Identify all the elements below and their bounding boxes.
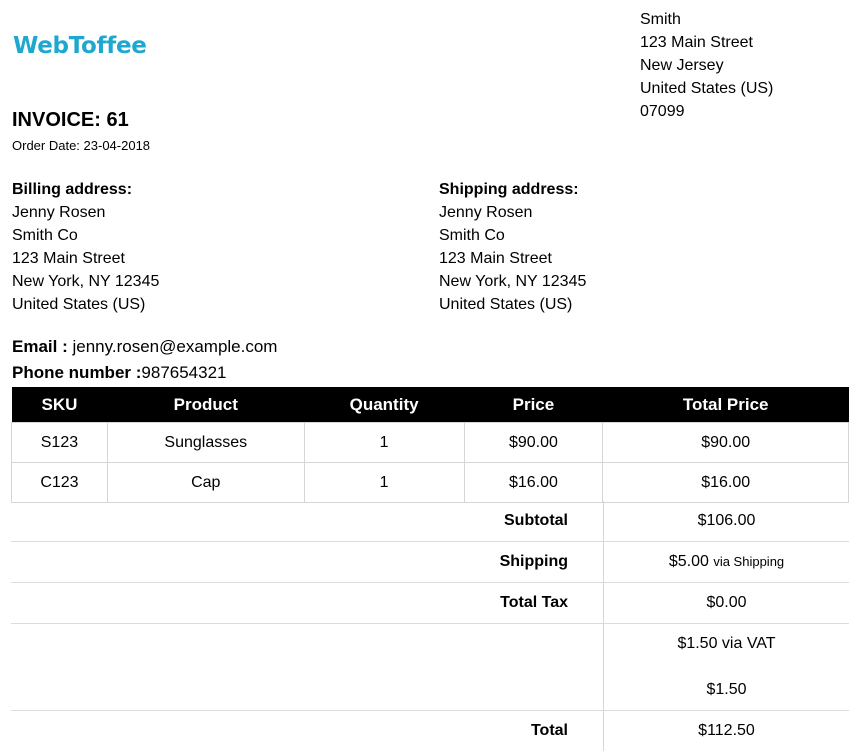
shipping-address-line: New York, NY 12345: [439, 273, 587, 290]
shipping-address-line: Jenny Rosen: [439, 204, 533, 221]
cell-quantity: 1: [303, 462, 465, 503]
email-label: Email :: [12, 337, 68, 356]
tax-row: Total Tax $0.00: [11, 583, 849, 624]
totals-section: Subtotal $106.00 Shipping $5.00 via Ship…: [11, 501, 849, 751]
from-address-line: 123 Main Street: [640, 34, 753, 51]
shipping-address: Shipping address: Jenny Rosen Smith Co 1…: [439, 178, 586, 316]
table-row: C123 Cap 1 $16.00 $16.00: [11, 462, 849, 503]
email-value: jenny.rosen@example.com: [72, 337, 278, 356]
from-address: Smith 123 Main Street New Jersey United …: [640, 8, 773, 123]
items-table: SKU Product Quantity Price Total Price S…: [11, 387, 849, 503]
subtotal-row: Subtotal $106.00: [11, 501, 849, 542]
billing-address-line: Jenny Rosen: [12, 204, 106, 221]
subtotal-value: $106.00: [603, 501, 849, 541]
shipping-label: Shipping: [499, 553, 568, 570]
billing-address-line: 123 Main Street: [12, 250, 125, 267]
column-header-price: Price: [464, 387, 603, 423]
phone-label: Phone number :: [12, 363, 142, 382]
total-row: Total $112.50: [11, 711, 849, 751]
shipping-address-line: 123 Main Street: [439, 250, 552, 267]
email-line: Email : jenny.rosen@example.com: [12, 337, 277, 357]
column-header-quantity: Quantity: [304, 387, 464, 423]
cell-product: Sunglasses: [106, 422, 305, 463]
vat-amount: $1.50: [706, 681, 747, 698]
billing-address: Billing address: Jenny Rosen Smith Co 12…: [12, 178, 159, 316]
from-address-line: Smith: [640, 11, 681, 28]
cell-product: Cap: [106, 462, 305, 503]
vat-detail: $1.50 via VAT $1.50: [603, 624, 849, 710]
logo-text: WebToffee: [13, 33, 147, 59]
table-row: S123 Sunglasses 1 $90.00 $90.00: [11, 422, 849, 463]
shipping-value: $5.00: [668, 553, 709, 570]
billing-address-heading: Billing address:: [12, 181, 133, 198]
shipping-cost: $5.00 via Shipping: [603, 542, 849, 582]
cell-price: $90.00: [463, 422, 604, 463]
from-address-line: United States (US): [640, 80, 774, 97]
from-address-line: New Jersey: [640, 57, 724, 74]
column-header-product: Product: [107, 387, 305, 423]
cell-total-price: $90.00: [602, 422, 849, 463]
shipping-row: Shipping $5.00 via Shipping: [11, 542, 849, 583]
from-address-line: 07099: [640, 103, 685, 120]
cell-sku: C123: [11, 462, 108, 503]
column-header-total-price: Total Price: [602, 387, 849, 423]
billing-address-line: New York, NY 12345: [12, 273, 160, 290]
billing-address-line: Smith Co: [12, 227, 78, 244]
items-table-header: SKU Product Quantity Price Total Price: [11, 387, 849, 423]
vat-row: $1.50 via VAT $1.50: [11, 624, 849, 711]
company-logo: WebToffee: [13, 33, 147, 59]
vat-line: $1.50 via VAT: [677, 635, 776, 652]
order-date: Order Date: 23-04-2018: [12, 138, 151, 153]
cell-sku: S123: [11, 422, 108, 463]
total-label: Total: [530, 722, 568, 739]
column-header-sku: SKU: [11, 387, 108, 423]
shipping-via: via Shipping: [713, 554, 785, 569]
shipping-address-heading: Shipping address:: [439, 181, 579, 198]
subtotal-label: Subtotal: [504, 512, 568, 529]
cell-price: $16.00: [463, 462, 604, 503]
invoice-title: INVOICE: 61: [12, 109, 129, 131]
cell-total-price: $16.00: [602, 462, 849, 503]
tax-value: $0.00: [603, 583, 849, 623]
vat-label: [11, 624, 603, 710]
tax-label: Total Tax: [500, 594, 568, 611]
cell-quantity: 1: [303, 422, 465, 463]
shipping-address-line: United States (US): [439, 296, 573, 313]
phone-value: 987654321: [141, 363, 227, 382]
shipping-address-line: Smith Co: [439, 227, 505, 244]
billing-address-line: United States (US): [12, 296, 146, 313]
total-value: $112.50: [603, 711, 849, 751]
phone-line: Phone number :987654321: [12, 363, 227, 383]
